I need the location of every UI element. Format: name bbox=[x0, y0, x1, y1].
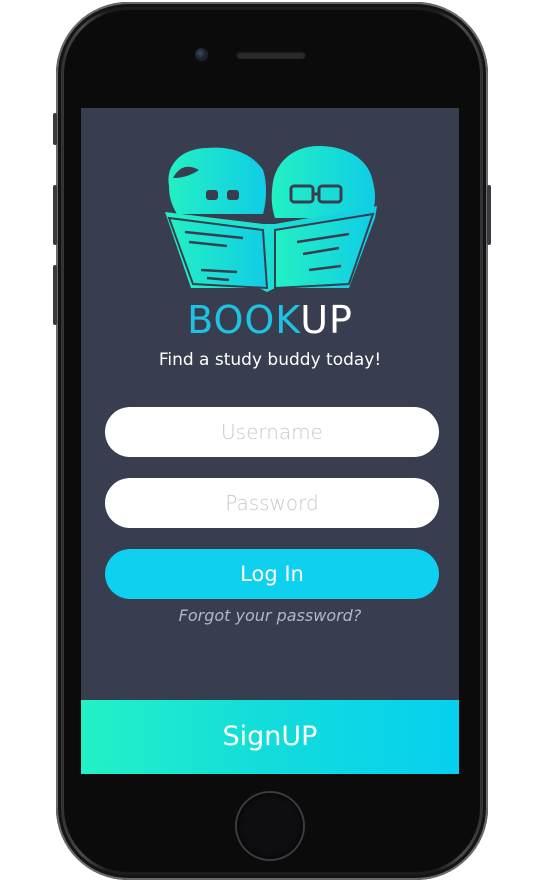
bookup-logo-icon bbox=[165, 146, 377, 292]
brand-title-part2: UP bbox=[300, 298, 353, 342]
mute-switch bbox=[53, 113, 57, 145]
volume-down-button bbox=[53, 265, 57, 325]
login-button[interactable]: Log In bbox=[105, 549, 439, 599]
brand-title-part1: BOOK bbox=[187, 298, 301, 342]
forgot-password-link[interactable]: Forgot your password? bbox=[81, 605, 459, 627]
volume-up-button bbox=[53, 185, 57, 245]
power-button bbox=[487, 185, 491, 245]
username-input[interactable] bbox=[105, 407, 439, 457]
front-camera bbox=[195, 48, 208, 61]
signup-button[interactable]: SignUP bbox=[81, 700, 459, 774]
home-button[interactable] bbox=[237, 793, 303, 859]
earpiece-speaker bbox=[236, 51, 306, 59]
app-screen: BOOKUP Find a study buddy today! Log In … bbox=[81, 108, 459, 774]
tagline: Find a study buddy today! bbox=[158, 350, 382, 370]
password-input[interactable] bbox=[105, 478, 439, 528]
brand-title: BOOKUP bbox=[81, 298, 459, 342]
